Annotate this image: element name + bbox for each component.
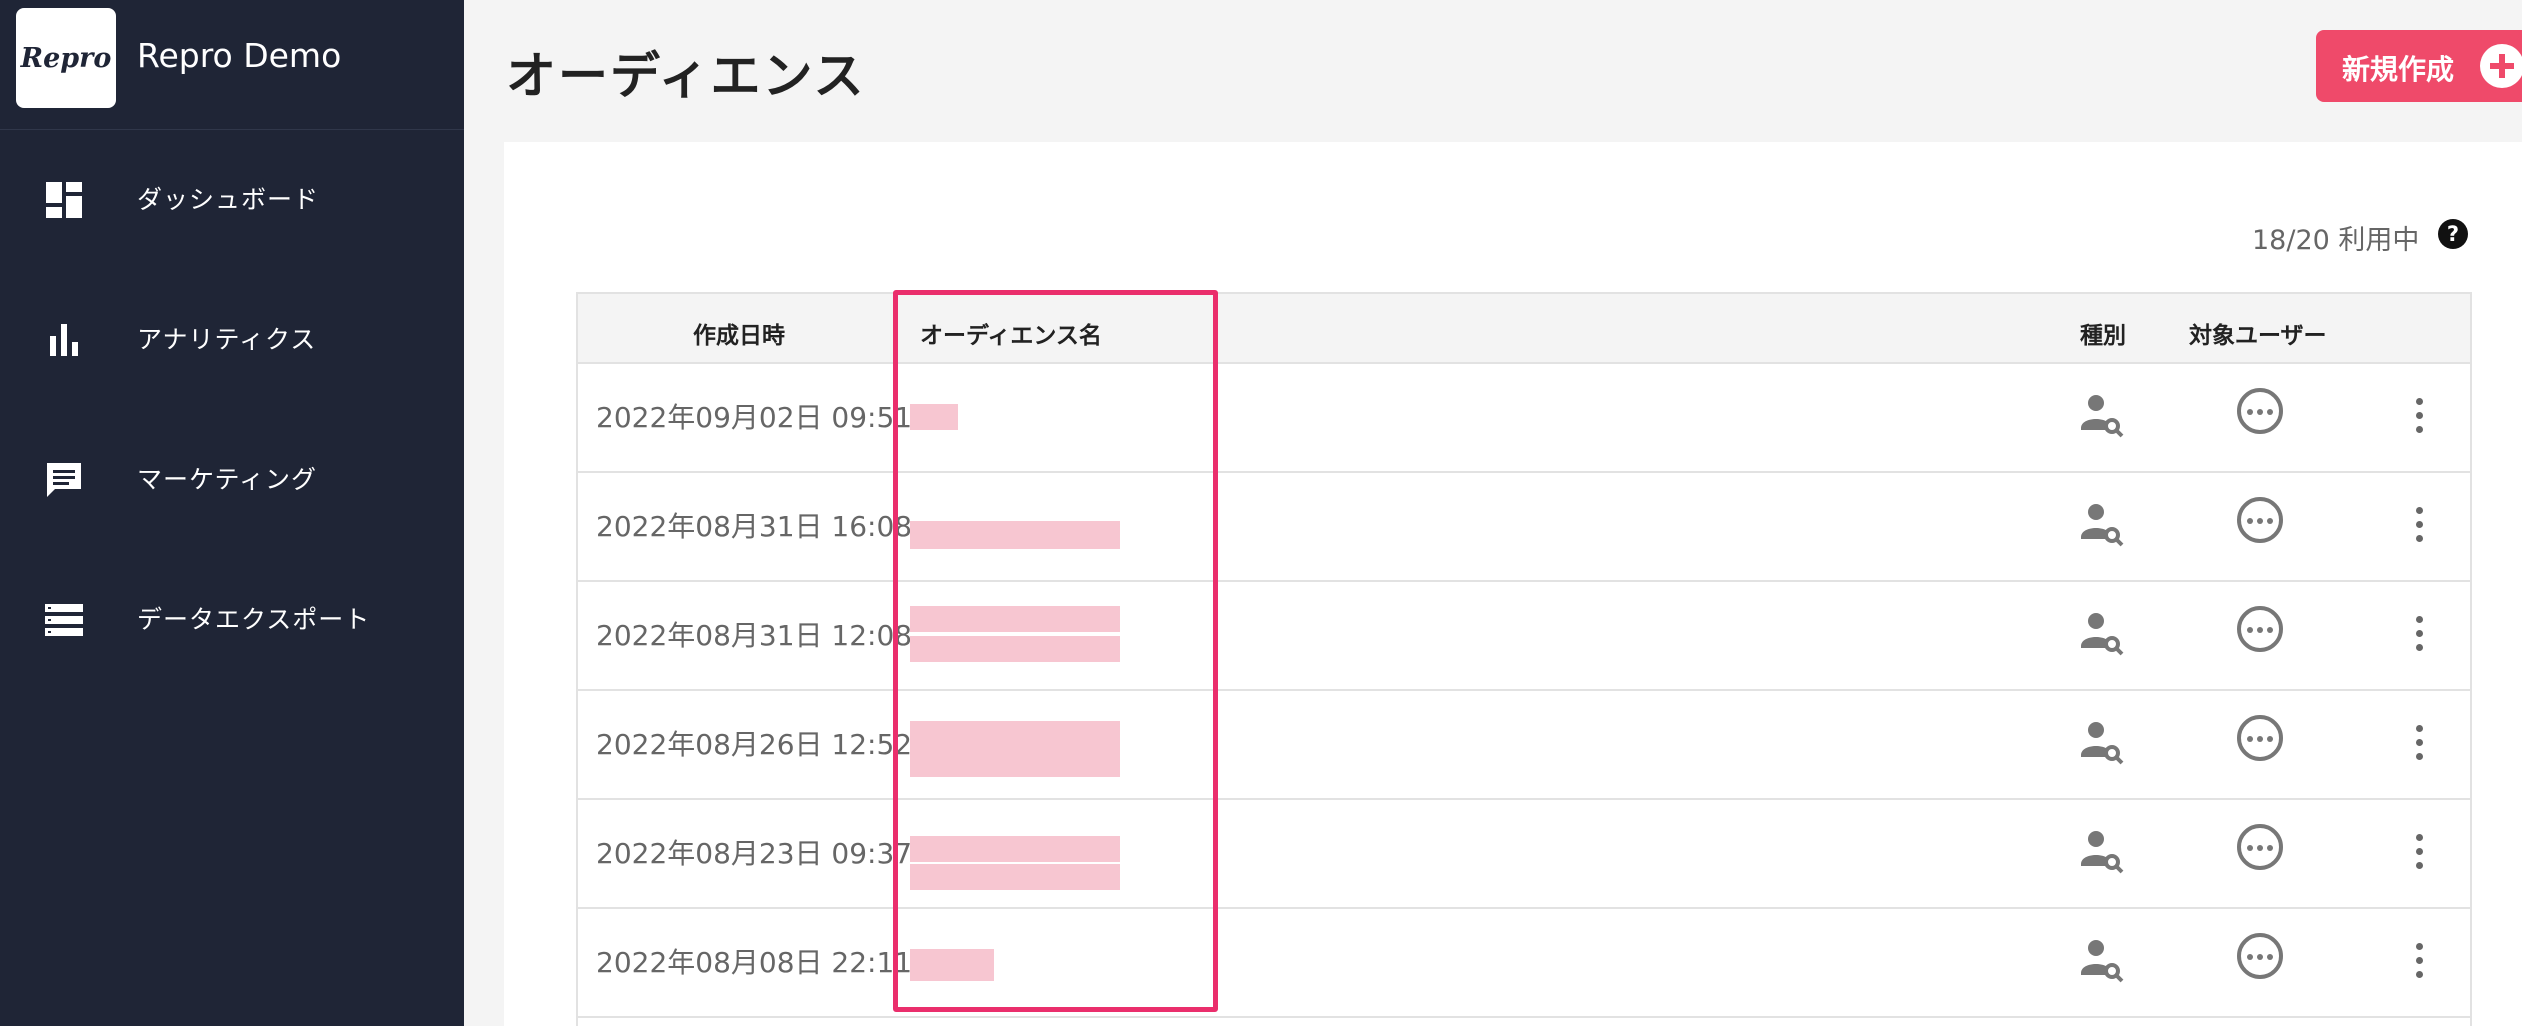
table-row[interactable]: 2022年08月23日 09:37 [578,800,2470,909]
new-button-label: 新規作成 [2342,53,2455,86]
created-date: 2022年08月31日 16:08 [596,510,913,543]
audience-name-redacted[interactable] [910,374,1160,464]
created-date: 2022年08月26日 12:52 [596,728,913,761]
new-audience-button[interactable]: 新規作成 [2316,30,2522,102]
more-horizontal-icon[interactable] [2237,497,2283,543]
column-name[interactable]: オーディエンス名 [920,316,1102,350]
audience-name-redacted[interactable] [910,810,1160,900]
table-row[interactable]: 2022年08月26日 12:52 [578,691,2470,800]
table-row[interactable]: 2022年08月31日 12:08 [578,582,2470,691]
audience-name-redacted[interactable] [910,919,1160,1009]
list-icon [45,604,83,636]
more-horizontal-icon[interactable] [2237,715,2283,761]
audience-name-redacted[interactable] [910,592,1160,682]
sidebar-item-dashboard[interactable]: ダッシュボード [0,150,464,250]
table-header: 作成日時 オーディエンス名 種別 対象ユーザー [578,294,2470,364]
table-row[interactable]: 2022年08月31日 16:08 [578,473,2470,582]
app-name: Repro Demo [137,36,342,75]
page-title: オーディエンス [506,47,866,105]
sidebar-item-label: ダッシュボード [137,185,320,214]
user-search-icon [2081,395,2124,438]
sidebar-item-label: マーケティング [137,465,318,494]
audience-name-redacted[interactable] [910,483,1160,573]
column-kind: 種別 [2080,323,2126,349]
created-date: 2022年08月08日 22:11 [596,946,913,979]
more-vert-icon[interactable] [2414,832,2424,872]
dashboard-icon [46,182,82,218]
more-vert-icon[interactable] [2414,614,2424,654]
sidebar-item-data-export[interactable]: データエクスポート [0,570,464,670]
more-horizontal-icon[interactable] [2237,933,2283,979]
audience-table: 作成日時 オーディエンス名 種別 対象ユーザー 2022年09月02日 09:5… [576,292,2472,1026]
created-date: 2022年08月23日 09:37 [596,837,913,870]
more-vert-icon[interactable] [2414,941,2424,981]
plus-icon [2480,44,2522,88]
sidebar-item-label: アナリティクス [137,325,317,354]
table-row[interactable]: 2022年09月02日 09:51 [578,364,2470,473]
user-search-icon [2081,613,2124,656]
created-date: 2022年08月31日 12:08 [596,619,913,652]
more-vert-icon[interactable] [2414,723,2424,763]
audience-name-redacted[interactable] [910,701,1160,791]
more-horizontal-icon[interactable] [2237,824,2283,870]
help-icon[interactable]: ? [2438,219,2468,249]
user-search-icon [2081,940,2124,983]
more-horizontal-icon[interactable] [2237,388,2283,434]
sidebar-item-analytics[interactable]: アナリティクス [0,290,464,390]
column-created[interactable]: 作成日時 [693,316,785,350]
more-horizontal-icon[interactable] [2237,606,2283,652]
sidebar: Repro Repro Demo ダッシュボード アナリティクス マーケティング [0,0,464,1026]
column-users: 対象ユーザー [2189,323,2327,349]
more-vert-icon[interactable] [2414,396,2424,436]
usage-counter: 18/20 利用中 [2252,225,2420,256]
created-date: 2022年09月02日 09:51 [596,401,913,434]
sidebar-item-marketing[interactable]: マーケティング [0,430,464,530]
user-search-icon [2081,504,2124,547]
more-vert-icon[interactable] [2414,505,2424,545]
sidebar-item-label: データエクスポート [137,605,371,634]
bar-chart-icon [50,324,78,356]
user-search-icon [2081,831,2124,874]
brand-header: Repro Repro Demo [0,0,464,130]
message-icon [47,463,81,497]
app-logo[interactable]: Repro [16,8,116,108]
table-row[interactable]: 2022年08月08日 22:11 [578,909,2470,1018]
user-search-icon [2081,722,2124,765]
